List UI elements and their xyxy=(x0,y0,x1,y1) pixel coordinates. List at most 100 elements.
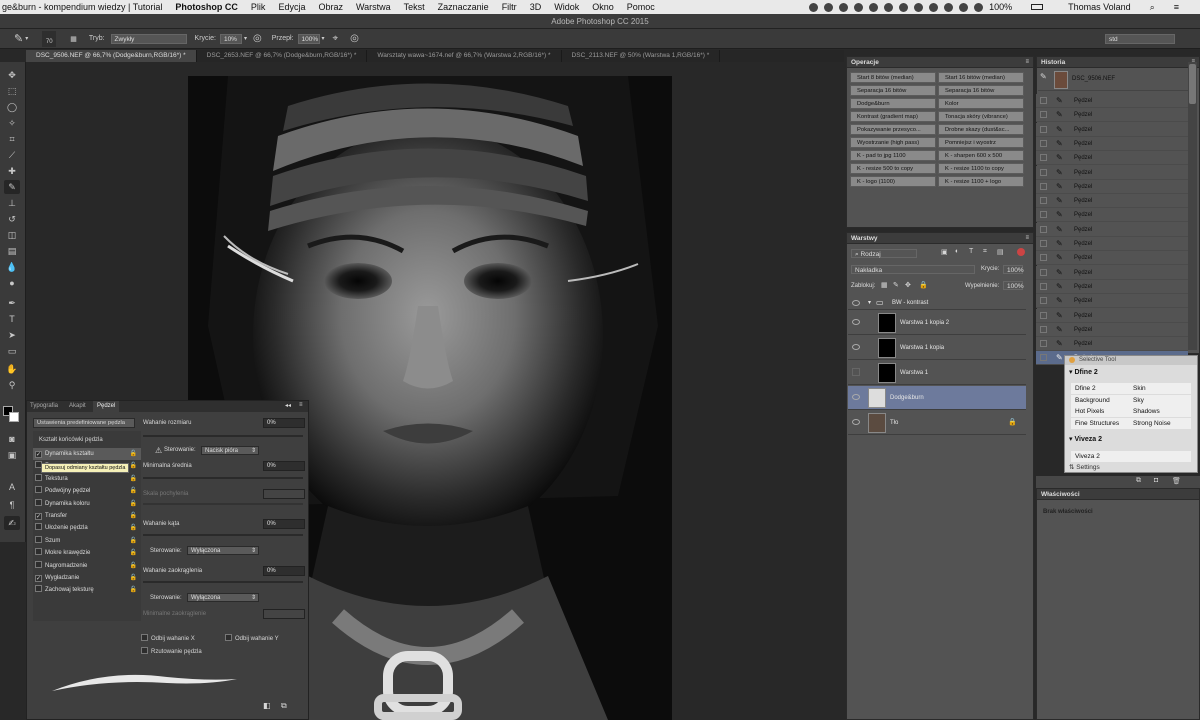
action-button[interactable]: Kontrast (gradient map) xyxy=(850,111,936,122)
user-name[interactable]: Thomas Voland xyxy=(1068,2,1131,12)
visibility-toggle-off[interactable] xyxy=(852,368,860,376)
eraser-tool-icon[interactable]: ◫ xyxy=(4,228,20,242)
history-step[interactable]: ✎ Pędzel xyxy=(1036,108,1188,123)
menu-widok[interactable]: Widok xyxy=(554,2,579,12)
layer-row[interactable]: Warstwa 1 kopia 2 xyxy=(848,311,1026,335)
history-brush-tool-icon[interactable]: ↺ xyxy=(4,212,20,226)
dfine-group-header[interactable]: ▾ Dfine 2 xyxy=(1069,368,1098,376)
filter-smart-object-icon[interactable]: ▤ xyxy=(997,248,1004,256)
menu-zaznaczanie[interactable]: Zaznaczanie xyxy=(438,2,489,12)
angle-jitter-slider[interactable] xyxy=(143,534,303,536)
history-source-toggle[interactable] xyxy=(1040,282,1047,290)
filter-shape-icon[interactable]: ⌗ xyxy=(983,248,987,256)
action-button[interactable]: Tonacja skóry (vibrance) xyxy=(938,111,1024,122)
layer-filter-select[interactable]: ⌕ Rodzaj xyxy=(851,249,917,258)
new-brush-icon[interactable]: ⧉ xyxy=(281,701,287,711)
brush-option-item[interactable]: ✓ Dynamika kształtu 🔓 xyxy=(33,448,141,460)
history-source-toggle[interactable] xyxy=(1040,225,1047,233)
doc-tab-2[interactable]: DSC_2653.NEF @ 66,7% (Dodge&burn,RGB/16*… xyxy=(197,50,368,62)
size-jitter-slider[interactable] xyxy=(143,435,303,437)
history-step[interactable]: ✎ Pędzel xyxy=(1036,222,1188,237)
action-button[interactable]: K - resize 1100 to copy xyxy=(938,163,1024,174)
brush-projection-checkbox[interactable]: Rzutowanie pędzla xyxy=(141,647,202,655)
doc-tab-1[interactable]: DSC_9506.NEF @ 66,7% (Dodge&burn,RGB/16*… xyxy=(26,50,197,62)
lock-icon[interactable]: 🔓 xyxy=(130,584,137,596)
panel-menu-icon[interactable]: ≡ xyxy=(1025,59,1029,65)
eye-icon[interactable] xyxy=(852,344,860,350)
character-panel-icon[interactable]: A xyxy=(4,480,20,494)
marquee-tool-icon[interactable]: ⬚ xyxy=(4,84,20,98)
history-source-toggle[interactable] xyxy=(1040,97,1047,104)
brush-option-item[interactable]: Zachowaj teksturę 🔓 xyxy=(33,584,141,596)
action-button[interactable]: K - resize 1100 + logo xyxy=(938,176,1024,187)
screen-mode-icon[interactable]: ▣ xyxy=(4,448,20,462)
menu-edycja[interactable]: Edycja xyxy=(278,2,305,12)
history-snapshot[interactable]: ✎ DSC_9506.NEF xyxy=(1038,69,1188,91)
history-step[interactable]: ✎ Pędzel xyxy=(1036,165,1188,180)
history-step[interactable]: ✎ Pędzel xyxy=(1036,322,1188,337)
history-source-toggle[interactable] xyxy=(1040,240,1047,247)
min-diameter-slider[interactable] xyxy=(143,477,303,479)
history-step[interactable]: ✎ Pędzel xyxy=(1036,136,1188,151)
menu-filtr[interactable]: Filtr xyxy=(502,2,517,12)
layer-fill-field[interactable]: 100% xyxy=(1003,281,1024,290)
menu-pomoc[interactable]: Pomoc xyxy=(627,2,655,12)
selective-tool-item[interactable]: Shadows xyxy=(1133,406,1160,417)
selective-tool-item[interactable]: Sky xyxy=(1133,395,1144,406)
history-step[interactable]: ✎ Pędzel xyxy=(1036,179,1188,194)
doc-tab-4[interactable]: DSC_2113.NEF @ 50% (Warstwa 1,RGB/16*) * xyxy=(562,50,721,62)
action-button[interactable]: Dodge&burn xyxy=(850,98,936,109)
history-step[interactable]: ✎ Pędzel xyxy=(1036,265,1188,280)
panel-menu-icon[interactable]: ≡ xyxy=(299,402,303,408)
brush-preview[interactable]: 70 xyxy=(42,30,57,47)
lock-icon[interactable]: 🔓 xyxy=(130,572,137,584)
history-step[interactable]: ✎ Pędzel xyxy=(1036,151,1188,166)
history-source-toggle[interactable] xyxy=(1040,340,1047,348)
action-button[interactable]: Drobne skazy (dust&sc... xyxy=(938,124,1024,135)
settings-link[interactable]: ⇅ Settings xyxy=(1069,463,1100,471)
menu-plik[interactable]: Plik xyxy=(251,2,266,12)
pressure-size-icon[interactable]: ◎ xyxy=(350,33,359,44)
pen-tool-icon[interactable]: ✒ xyxy=(4,296,20,310)
history-step[interactable]: ✎ Pędzel xyxy=(1036,208,1188,223)
eye-icon[interactable] xyxy=(852,419,860,425)
action-button[interactable]: Separacja 16 bitów xyxy=(938,85,1024,96)
opacity-field[interactable]: 10% xyxy=(219,33,242,44)
action-button[interactable]: Pomniejsz i wyostrz xyxy=(938,137,1024,148)
new-document-from-state-icon[interactable]: ⧉ xyxy=(1136,477,1141,485)
history-source-toggle[interactable] xyxy=(1040,211,1047,219)
brush-panel-icon[interactable]: ✍ xyxy=(4,516,20,530)
history-source-toggle[interactable] xyxy=(1040,268,1047,276)
eye-icon[interactable] xyxy=(852,319,860,325)
search-icon[interactable]: ⌕ xyxy=(1150,2,1155,13)
action-button[interactable]: Kolor xyxy=(938,98,1024,109)
selective-tool-item[interactable]: Hot Pixels xyxy=(1075,406,1104,417)
group-expand-chevron-icon[interactable]: ▾ xyxy=(868,299,871,306)
type-tool-icon[interactable]: T xyxy=(4,312,20,326)
tab-brush[interactable]: Pędzel xyxy=(93,401,120,412)
properties-panel-title[interactable]: Właściwości xyxy=(1037,489,1199,500)
brush-option-item[interactable]: Ułożenie pędzla 🔓 xyxy=(33,522,141,534)
background-color-swatch[interactable] xyxy=(9,412,19,422)
menu-list-icon[interactable]: ≡ xyxy=(1174,2,1179,12)
eye-icon[interactable] xyxy=(852,300,860,306)
history-step[interactable]: ✎ Pędzel xyxy=(1036,237,1188,251)
filter-type-icon[interactable]: T xyxy=(969,248,973,255)
layers-panel-title[interactable]: Warstwy xyxy=(847,233,1033,244)
history-scrollbar[interactable] xyxy=(1188,62,1197,350)
history-brush-source-icon[interactable]: ✎ xyxy=(1040,72,1047,81)
checkbox[interactable]: ✓ xyxy=(35,513,42,520)
history-source-toggle[interactable] xyxy=(1040,254,1047,262)
brush-option-item[interactable]: Podwójny pędzel 🔓 xyxy=(33,485,141,497)
action-button[interactable]: Wyostrzanie (high pass) xyxy=(850,137,936,148)
brush-option-item[interactable]: ✓ Transfer 🔓 xyxy=(33,510,141,522)
new-snapshot-icon[interactable]: ◘ xyxy=(1154,477,1158,484)
checkbox[interactable] xyxy=(35,560,42,568)
collapse-icon[interactable]: ◂◂ xyxy=(285,402,291,409)
flow-field[interactable]: 100% xyxy=(297,33,320,44)
brush-tool-icon[interactable]: ✎ xyxy=(14,32,23,45)
checkbox[interactable] xyxy=(35,473,42,481)
status-icon[interactable] xyxy=(824,2,834,12)
control-select-size[interactable]: Nacisk pióra ⇕ xyxy=(201,446,259,455)
history-step[interactable]: ✎ Pędzel xyxy=(1036,194,1188,209)
